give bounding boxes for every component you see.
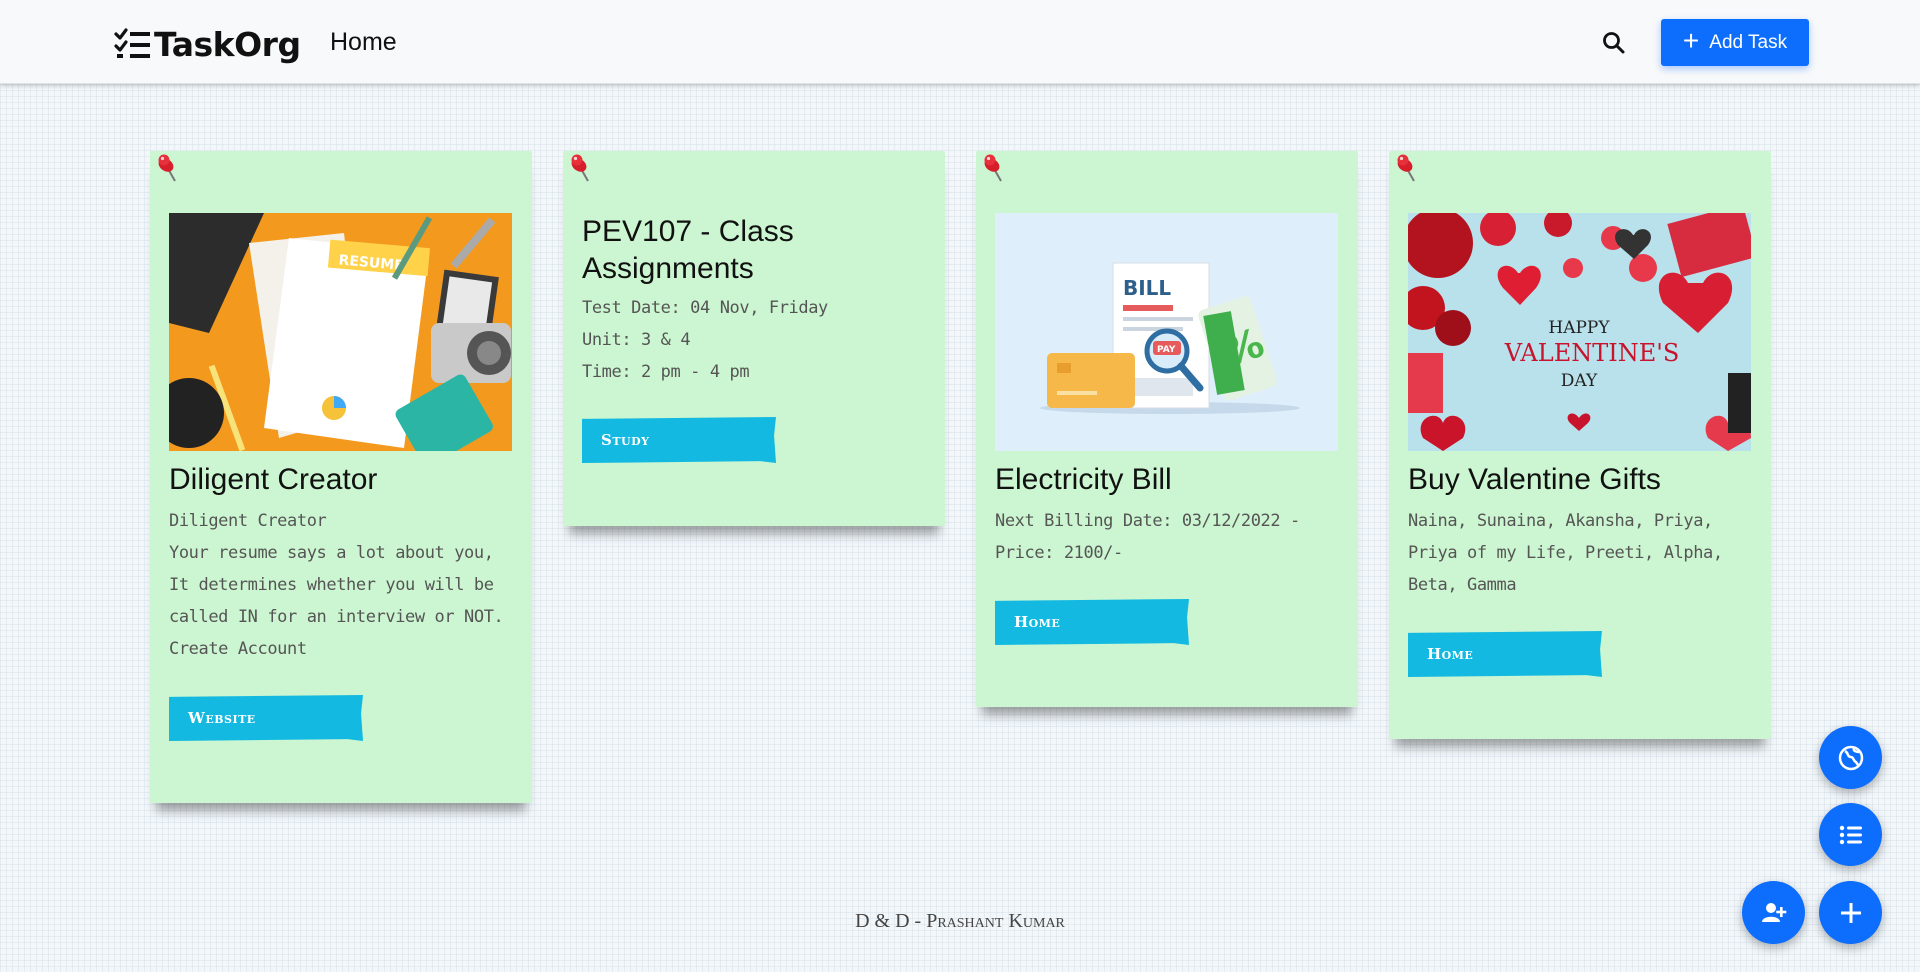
category-tag[interactable]: Home <box>995 599 1189 645</box>
nav-home-link[interactable]: Home <box>330 28 397 57</box>
footer-credit: D & D - Prashant Kumar <box>855 910 1065 932</box>
card-line: Diligent Creator <box>169 511 327 531</box>
task-card[interactable]: RESUME Diligent Creator Diligent Creator… <box>150 151 532 803</box>
navbar: TaskOrg Home + Add Task <box>0 0 1920 84</box>
card-line: Test Date: 04 Nov, Friday <box>582 298 828 318</box>
add-task-button[interactable]: + Add Task <box>1661 19 1809 66</box>
globe-icon <box>1838 745 1863 770</box>
valentine-photo: HAPPY VALENTINE'S DAY <box>1408 213 1751 451</box>
card-description: Next Billing Date: 03/12/2022 - Price: 2… <box>995 505 1345 569</box>
add-user-icon <box>1761 902 1786 922</box>
bill-illustration: BILL % PAY <box>995 213 1338 451</box>
task-card[interactable]: PEV107 - Class Assignments Test Date: 04… <box>563 151 945 526</box>
pushpin-icon <box>571 154 589 182</box>
card-line: Priya of my Life, Preeti, Alpha, <box>1408 543 1723 563</box>
card-title: Electricity Bill <box>995 463 1172 496</box>
plus-icon <box>1840 902 1861 923</box>
card-description: Test Date: 04 Nov, Friday Unit: 3 & 4 Ti… <box>582 292 932 388</box>
task-card[interactable]: BILL % PAY Electricity Bill Next Billing… <box>976 151 1358 707</box>
pushpin-icon <box>1397 154 1415 182</box>
card-line: Beta, Gamma <box>1408 575 1517 595</box>
plus-icon: + <box>1682 25 1700 56</box>
checklist-icon <box>114 28 150 58</box>
card-line: Price: 2100/- <box>995 543 1123 563</box>
pay-text: PAY <box>1157 345 1176 355</box>
card-description: Naina, Sunaina, Akansha, Priya, Priya of… <box>1408 505 1758 601</box>
add-user-button[interactable] <box>1742 881 1805 944</box>
search-icon[interactable] <box>1601 30 1627 56</box>
brand[interactable]: TaskOrg <box>114 24 301 64</box>
card-line: Create Account <box>169 639 307 659</box>
category-tag[interactable]: Study <box>582 417 776 463</box>
globe-button[interactable] <box>1819 726 1882 789</box>
category-tag[interactable]: Home <box>1408 631 1602 677</box>
image-caption-happy: HAPPY <box>1548 318 1610 338</box>
card-line: Naina, Sunaina, Akansha, Priya, <box>1408 511 1713 531</box>
bill-text: BILL <box>1123 276 1171 300</box>
image-caption-valentines: VALENTINE'S <box>1504 339 1680 367</box>
task-list-button[interactable] <box>1819 803 1882 866</box>
add-task-label: Add Task <box>1709 31 1788 53</box>
card-title: Buy Valentine Gifts <box>1408 463 1661 496</box>
add-button[interactable] <box>1819 881 1882 944</box>
card-line: Next Billing Date: 03/12/2022 - <box>995 511 1300 531</box>
task-card[interactable]: HAPPY VALENTINE'S DAY Buy Valentine Gift… <box>1389 151 1771 739</box>
pushpin-icon <box>984 154 1002 182</box>
card-line: Unit: 3 & 4 <box>582 330 691 350</box>
pushpin-icon <box>158 154 176 182</box>
image-caption-day: DAY <box>1561 371 1598 391</box>
card-description: Diligent Creator Your resume says a lot … <box>169 505 519 665</box>
category-tag[interactable]: Website <box>169 695 363 741</box>
card-line: Your resume says a lot about you, <box>169 543 494 563</box>
card-title: Diligent Creator <box>169 463 378 496</box>
resume-illustration: RESUME <box>169 213 512 451</box>
list-icon <box>1839 825 1862 844</box>
card-line: called IN for an interview or NOT. <box>169 607 504 627</box>
card-line: It determines whether you will be <box>169 575 494 595</box>
brand-name: TaskOrg <box>154 24 301 64</box>
card-title: PEV107 - Class Assignments <box>582 215 794 285</box>
card-line: Time: 2 pm - 4 pm <box>582 362 750 382</box>
